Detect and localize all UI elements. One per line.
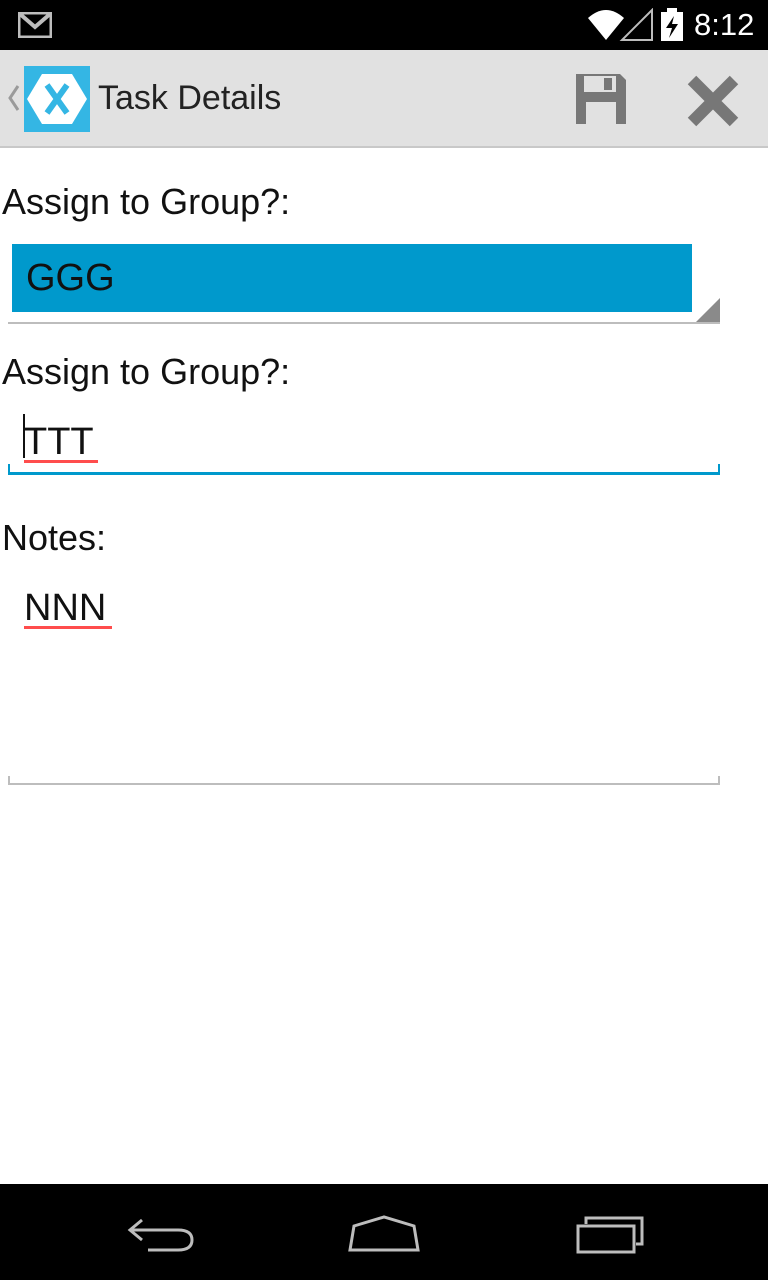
notes-tick-left: [8, 776, 10, 784]
notes-input[interactable]: NNN: [8, 582, 720, 788]
signal-icon: [619, 8, 653, 41]
wifi-icon: [588, 8, 653, 41]
notes-value: NNN: [24, 587, 107, 629]
close-icon[interactable]: [686, 74, 740, 128]
dropdown-triangle-icon: [696, 298, 720, 322]
navigation-bar: [0, 1184, 768, 1280]
back-icon[interactable]: [126, 1216, 196, 1252]
action-bar: Task Details: [0, 50, 768, 148]
assignee-label: Assign to Group?:: [2, 351, 291, 392]
notes-label: Notes:: [2, 517, 107, 558]
input-tick-left: [8, 464, 10, 474]
up-caret-icon[interactable]: [7, 84, 21, 112]
battery-charging-icon: [661, 8, 683, 41]
assignee-value: TTT: [24, 421, 94, 463]
assignee-input[interactable]: TTT: [8, 412, 720, 478]
clock: 8:12: [694, 7, 755, 42]
spinner-value: GGG: [26, 257, 115, 299]
input-underline-focused: [8, 472, 720, 475]
status-bar: 8:12: [0, 0, 768, 50]
group-spinner[interactable]: GGG: [8, 236, 720, 324]
spellcheck-underline: [24, 460, 98, 463]
notes-tick-right: [718, 776, 720, 784]
group-label: Assign to Group?:: [2, 181, 291, 222]
page-title: Task Details: [98, 79, 282, 117]
xamarin-logo-icon[interactable]: [24, 66, 90, 132]
recents-icon[interactable]: [574, 1216, 646, 1254]
home-icon[interactable]: [346, 1214, 422, 1254]
spinner-underline: [8, 322, 720, 324]
input-tick-right: [718, 464, 720, 474]
spellcheck-underline: [24, 626, 112, 629]
floppy-disk-icon[interactable]: [574, 72, 628, 126]
gmail-icon: [18, 12, 52, 38]
notes-underline: [8, 783, 720, 785]
